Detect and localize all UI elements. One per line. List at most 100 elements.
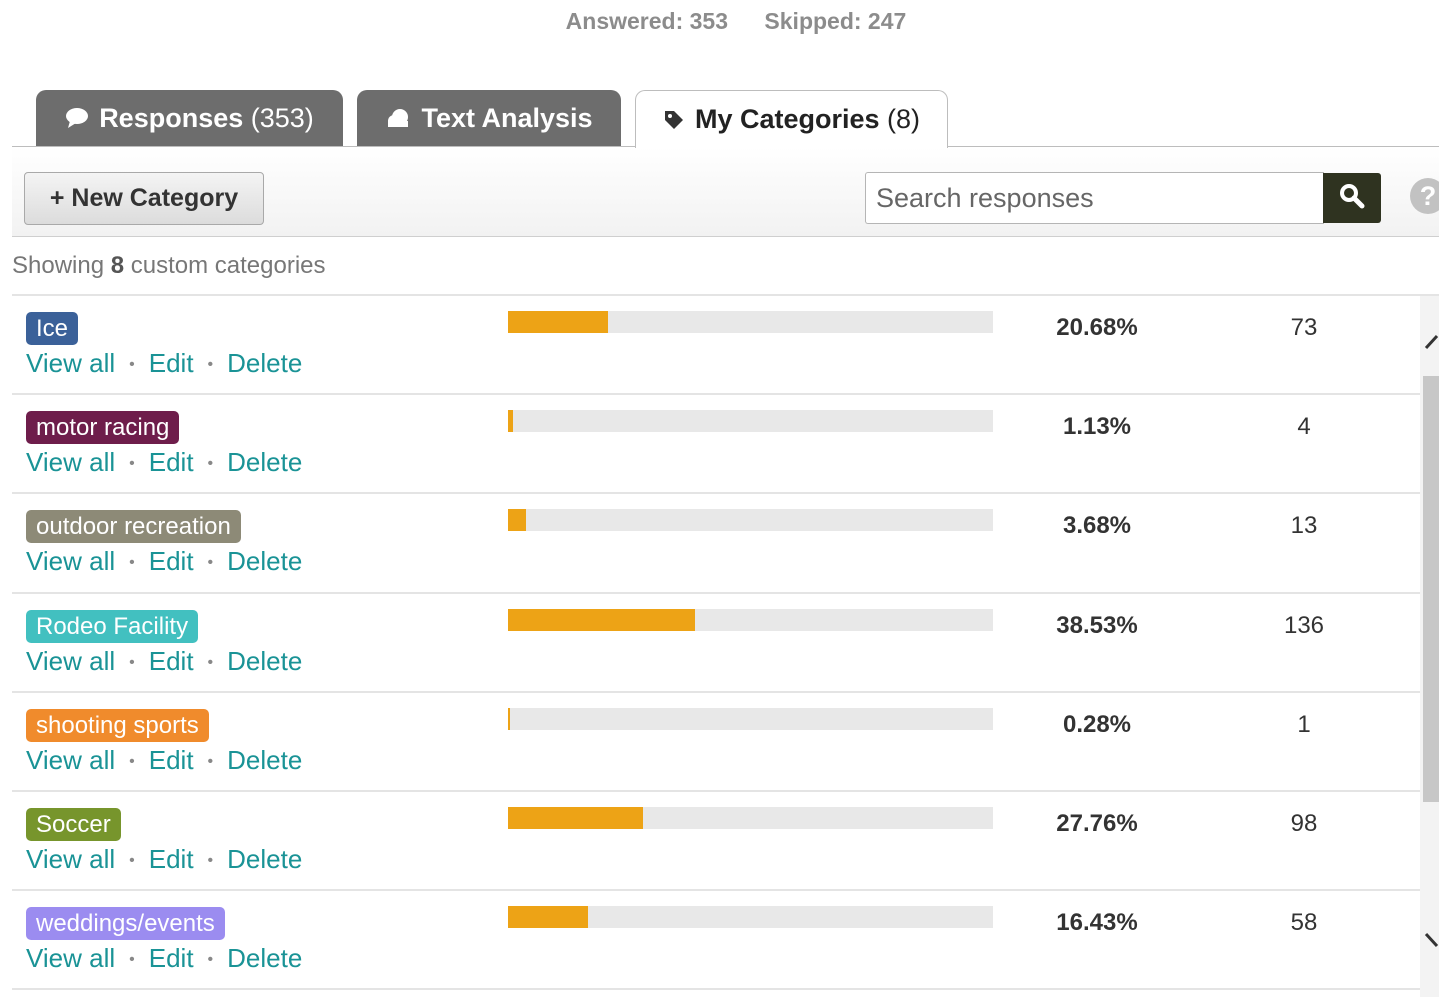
category-actions: View all • Edit • Delete	[26, 745, 302, 776]
category-actions: View all • Edit • Delete	[26, 546, 302, 577]
category-row: Ice View all • Edit • Delete 20.68% 73	[12, 296, 1420, 396]
category-row: shooting sports View all • Edit • Delete 0.28%…	[12, 693, 1420, 792]
category-percent: 16.43%	[1056, 909, 1138, 937]
separator-dot: •	[207, 356, 214, 373]
search-button[interactable]	[1323, 173, 1381, 223]
separator-dot: •	[207, 951, 214, 969]
percent-bar-track	[508, 906, 993, 929]
delete-link[interactable]: Delete	[227, 745, 302, 775]
separator-dot: •	[129, 851, 135, 869]
category-tag[interactable]: shooting sports	[26, 708, 209, 742]
edit-link[interactable]: Edit	[149, 646, 194, 676]
edit-link[interactable]: Edit	[149, 348, 194, 378]
tag-icon	[663, 109, 685, 131]
category-summary: Showing 8 custom categories	[12, 252, 326, 280]
cloud-icon	[385, 108, 411, 128]
separator-dot: •	[129, 455, 135, 473]
scrollbar-thumb[interactable]	[1423, 376, 1439, 802]
search-input[interactable]	[865, 172, 1324, 224]
new-category-button[interactable]: + New Category	[24, 172, 264, 225]
percent-bar-fill	[508, 509, 526, 532]
tab-label: My Categories	[694, 104, 880, 134]
tab-text-analysis[interactable]: Text Analysis	[357, 90, 621, 146]
separator-dot: •	[207, 752, 214, 770]
view-all-link[interactable]: View all	[26, 943, 115, 973]
category-count: 4	[1297, 413, 1311, 441]
skipped-count: Skipped: 247	[764, 8, 907, 34]
percent-bar-track	[508, 410, 993, 433]
category-tag[interactable]: Soccer	[26, 807, 121, 841]
view-all-link[interactable]: View all	[26, 646, 115, 676]
summary-prefix: Showing	[12, 252, 105, 279]
summary-suffix: custom categories	[130, 252, 326, 279]
response-stats: Answered: 353 Skipped: 247	[0, 8, 1439, 35]
delete-link[interactable]: Delete	[227, 844, 302, 874]
separator-dot: •	[129, 554, 135, 572]
category-percent: 3.68%	[1062, 512, 1132, 540]
category-tag[interactable]: motor racing	[26, 411, 180, 445]
percent-bar-fill	[508, 608, 695, 631]
magnifier-icon	[1339, 183, 1365, 214]
category-count: 13	[1290, 512, 1318, 540]
percent-bar-fill	[508, 806, 643, 829]
delete-link[interactable]: Delete	[227, 646, 302, 676]
percent-bar-track	[508, 806, 993, 829]
category-tag[interactable]: outdoor recreation	[26, 510, 241, 544]
category-percent: 38.53%	[1056, 611, 1138, 639]
edit-link[interactable]: Edit	[149, 447, 194, 477]
tab-count: (8)	[887, 104, 921, 134]
separator-dot: •	[129, 951, 135, 969]
scroll-up-icon[interactable]	[1424, 332, 1439, 352]
percent-bar-track	[508, 509, 993, 532]
delete-link[interactable]: Delete	[227, 447, 302, 477]
separator-dot: •	[129, 752, 135, 770]
percent-bar-track	[508, 311, 993, 333]
edit-link[interactable]: Edit	[149, 546, 194, 576]
speech-bubble-icon	[65, 107, 89, 129]
tab-count: (353)	[250, 102, 314, 133]
help-icon[interactable]: ?	[1410, 178, 1439, 214]
scroll-down-icon[interactable]	[1424, 930, 1439, 950]
category-list: Ice View all • Edit • Delete 20.68% 73 motor rac…	[12, 296, 1420, 991]
view-all-link[interactable]: View all	[26, 745, 115, 775]
delete-link[interactable]: Delete	[227, 546, 302, 576]
edit-link[interactable]: Edit	[149, 745, 194, 775]
percent-bar-fill	[508, 906, 588, 929]
category-count: 98	[1290, 809, 1318, 837]
tab-my-categories[interactable]: My Categories (8)	[635, 90, 948, 148]
category-count: 1	[1297, 710, 1311, 738]
view-all-link[interactable]: View all	[26, 546, 115, 576]
view-all-link[interactable]: View all	[26, 348, 115, 378]
separator-dot: •	[207, 554, 214, 572]
delete-link[interactable]: Delete	[227, 348, 302, 378]
percent-bar-track	[508, 608, 993, 631]
delete-link[interactable]: Delete	[227, 943, 302, 973]
category-actions: View all • Edit • Delete	[26, 943, 302, 974]
category-row: motor racing View all • Edit • Delete 1.13% 4	[12, 395, 1420, 495]
category-row: weddings/events View all • Edit • Delete 16.43…	[12, 891, 1420, 991]
category-count: 136	[1283, 611, 1325, 639]
category-count: 73	[1290, 314, 1318, 341]
edit-link[interactable]: Edit	[149, 844, 194, 874]
category-tag[interactable]: Rodeo Facility	[26, 609, 199, 643]
category-percent: 1.13%	[1062, 413, 1132, 441]
edit-link[interactable]: Edit	[149, 943, 194, 973]
tab-responses[interactable]: Responses (353)	[36, 90, 343, 146]
category-row: Rodeo Facility View all • Edit • Delete 38.53%…	[12, 594, 1420, 693]
separator-dot: •	[129, 653, 135, 671]
category-actions: View all • Edit • Delete	[26, 447, 302, 478]
category-percent: 27.76%	[1056, 809, 1138, 837]
category-actions: View all • Edit • Delete	[26, 646, 302, 677]
separator-dot: •	[207, 653, 214, 671]
summary-count: 8	[110, 252, 125, 279]
view-all-link[interactable]: View all	[26, 447, 115, 477]
category-tag[interactable]: Ice	[26, 312, 79, 345]
tab-label: Responses	[99, 102, 244, 133]
category-row: Soccer View all • Edit • Delete 27.76% 98	[12, 792, 1420, 892]
percent-bar-track	[508, 707, 993, 730]
separator-dot: •	[129, 356, 135, 373]
view-all-link[interactable]: View all	[26, 844, 115, 874]
category-row: outdoor recreation View all • Edit • Delete 3.…	[12, 494, 1420, 594]
toolbar: + New Category ?	[12, 147, 1439, 237]
category-tag[interactable]: weddings/events	[26, 907, 225, 941]
